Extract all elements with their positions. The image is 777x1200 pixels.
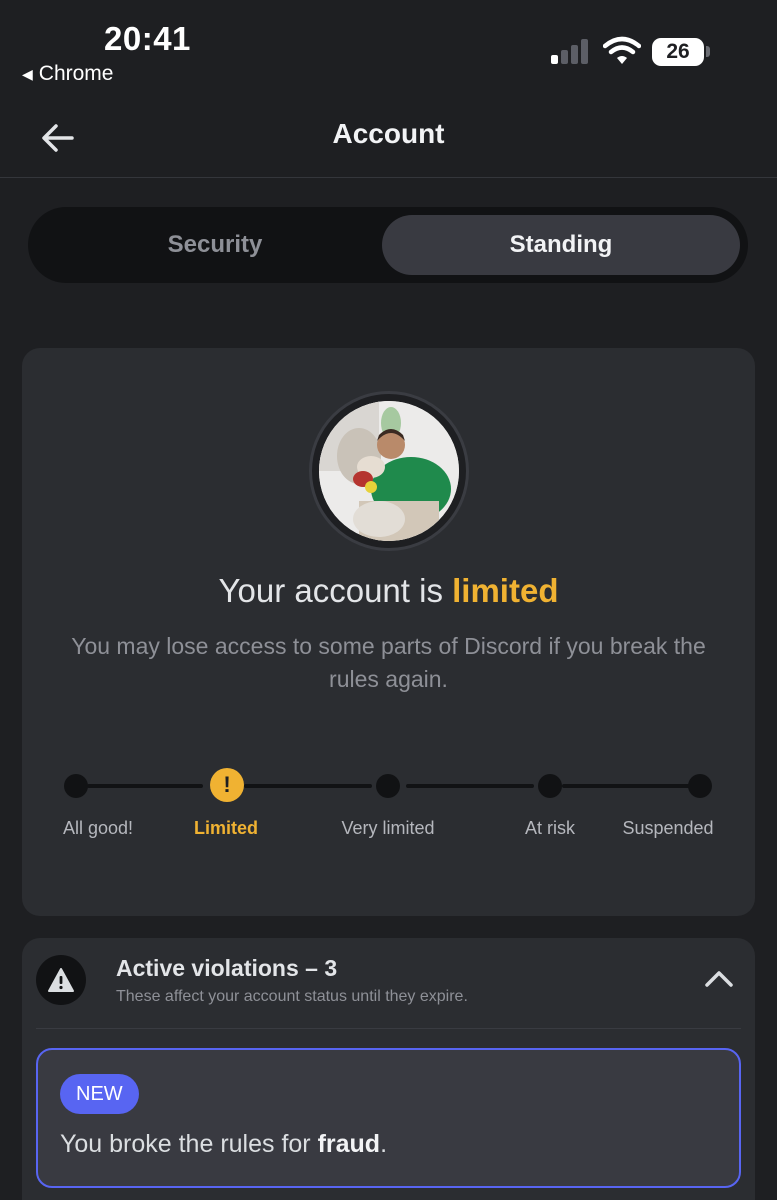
track-segment <box>244 784 372 788</box>
step-dot-at-risk <box>538 774 562 798</box>
active-violations-section: Active violations – 3 These affect your … <box>22 938 755 1200</box>
account-tabs: Security Standing <box>28 207 748 283</box>
status-bar: 20:41 ◀ Chrome 26 <box>0 0 777 100</box>
warning-exclamation-icon: ! <box>210 768 244 802</box>
violation-text-prefix: You broke the rules for <box>60 1130 318 1158</box>
battery-indicator: 26 <box>652 38 704 66</box>
step-label-all-good: All good! <box>62 818 134 838</box>
standing-headline: Your account is limited <box>22 572 755 610</box>
violation-reason: fraud <box>317 1130 381 1158</box>
headline-status: limited <box>452 572 559 609</box>
avatar-photo <box>319 401 459 541</box>
tab-security[interactable]: Security <box>36 215 394 275</box>
page-header: Account <box>0 100 777 178</box>
violation-text-suffix: . <box>380 1130 388 1158</box>
headline-prefix: Your account is <box>218 572 453 609</box>
avatar <box>319 401 459 541</box>
violation-item[interactable]: NEW You broke the rules for fraud. <box>36 1048 741 1188</box>
new-badge: NEW <box>60 1074 139 1114</box>
status-time: 20:41 <box>104 20 191 57</box>
back-app-label: Chrome <box>38 62 114 85</box>
page-title: Account <box>332 118 445 149</box>
standing-description: You may lose access to some parts of Dis… <box>71 633 706 692</box>
violations-title: Active violations – 3 <box>116 955 338 981</box>
track-segment <box>406 784 534 788</box>
wifi-icon <box>603 36 641 64</box>
step-dot-suspended <box>688 774 712 798</box>
step-label-very-limited: Very limited <box>341 818 435 838</box>
step-dot-all-good <box>64 774 88 798</box>
standing-card: Your account is limited You may lose acc… <box>22 348 755 916</box>
warning-triangle-icon <box>36 955 86 1005</box>
avatar-frame <box>309 391 469 551</box>
section-divider <box>36 1028 741 1029</box>
track-segment <box>87 784 203 788</box>
step-dot-very-limited <box>376 774 400 798</box>
step-label-suspended: Suspended <box>622 818 714 838</box>
track-segment <box>562 784 690 788</box>
chevron-up-icon[interactable] <box>704 968 734 988</box>
violation-text: You broke the rules for fraud. <box>60 1130 387 1159</box>
tab-standing[interactable]: Standing <box>382 215 740 275</box>
standing-progress-track: ! All good! Limited Very limited At risk… <box>22 768 755 848</box>
violations-subtitle: These affect your account status until t… <box>116 988 468 1005</box>
cellular-signal-icon <box>551 38 591 64</box>
back-triangle-icon: ◀ <box>22 65 33 82</box>
step-label-limited: Limited <box>193 818 259 838</box>
battery-tip <box>706 46 710 57</box>
step-label-at-risk: At risk <box>524 818 576 838</box>
back-to-app-link[interactable]: ◀ Chrome <box>22 62 113 86</box>
